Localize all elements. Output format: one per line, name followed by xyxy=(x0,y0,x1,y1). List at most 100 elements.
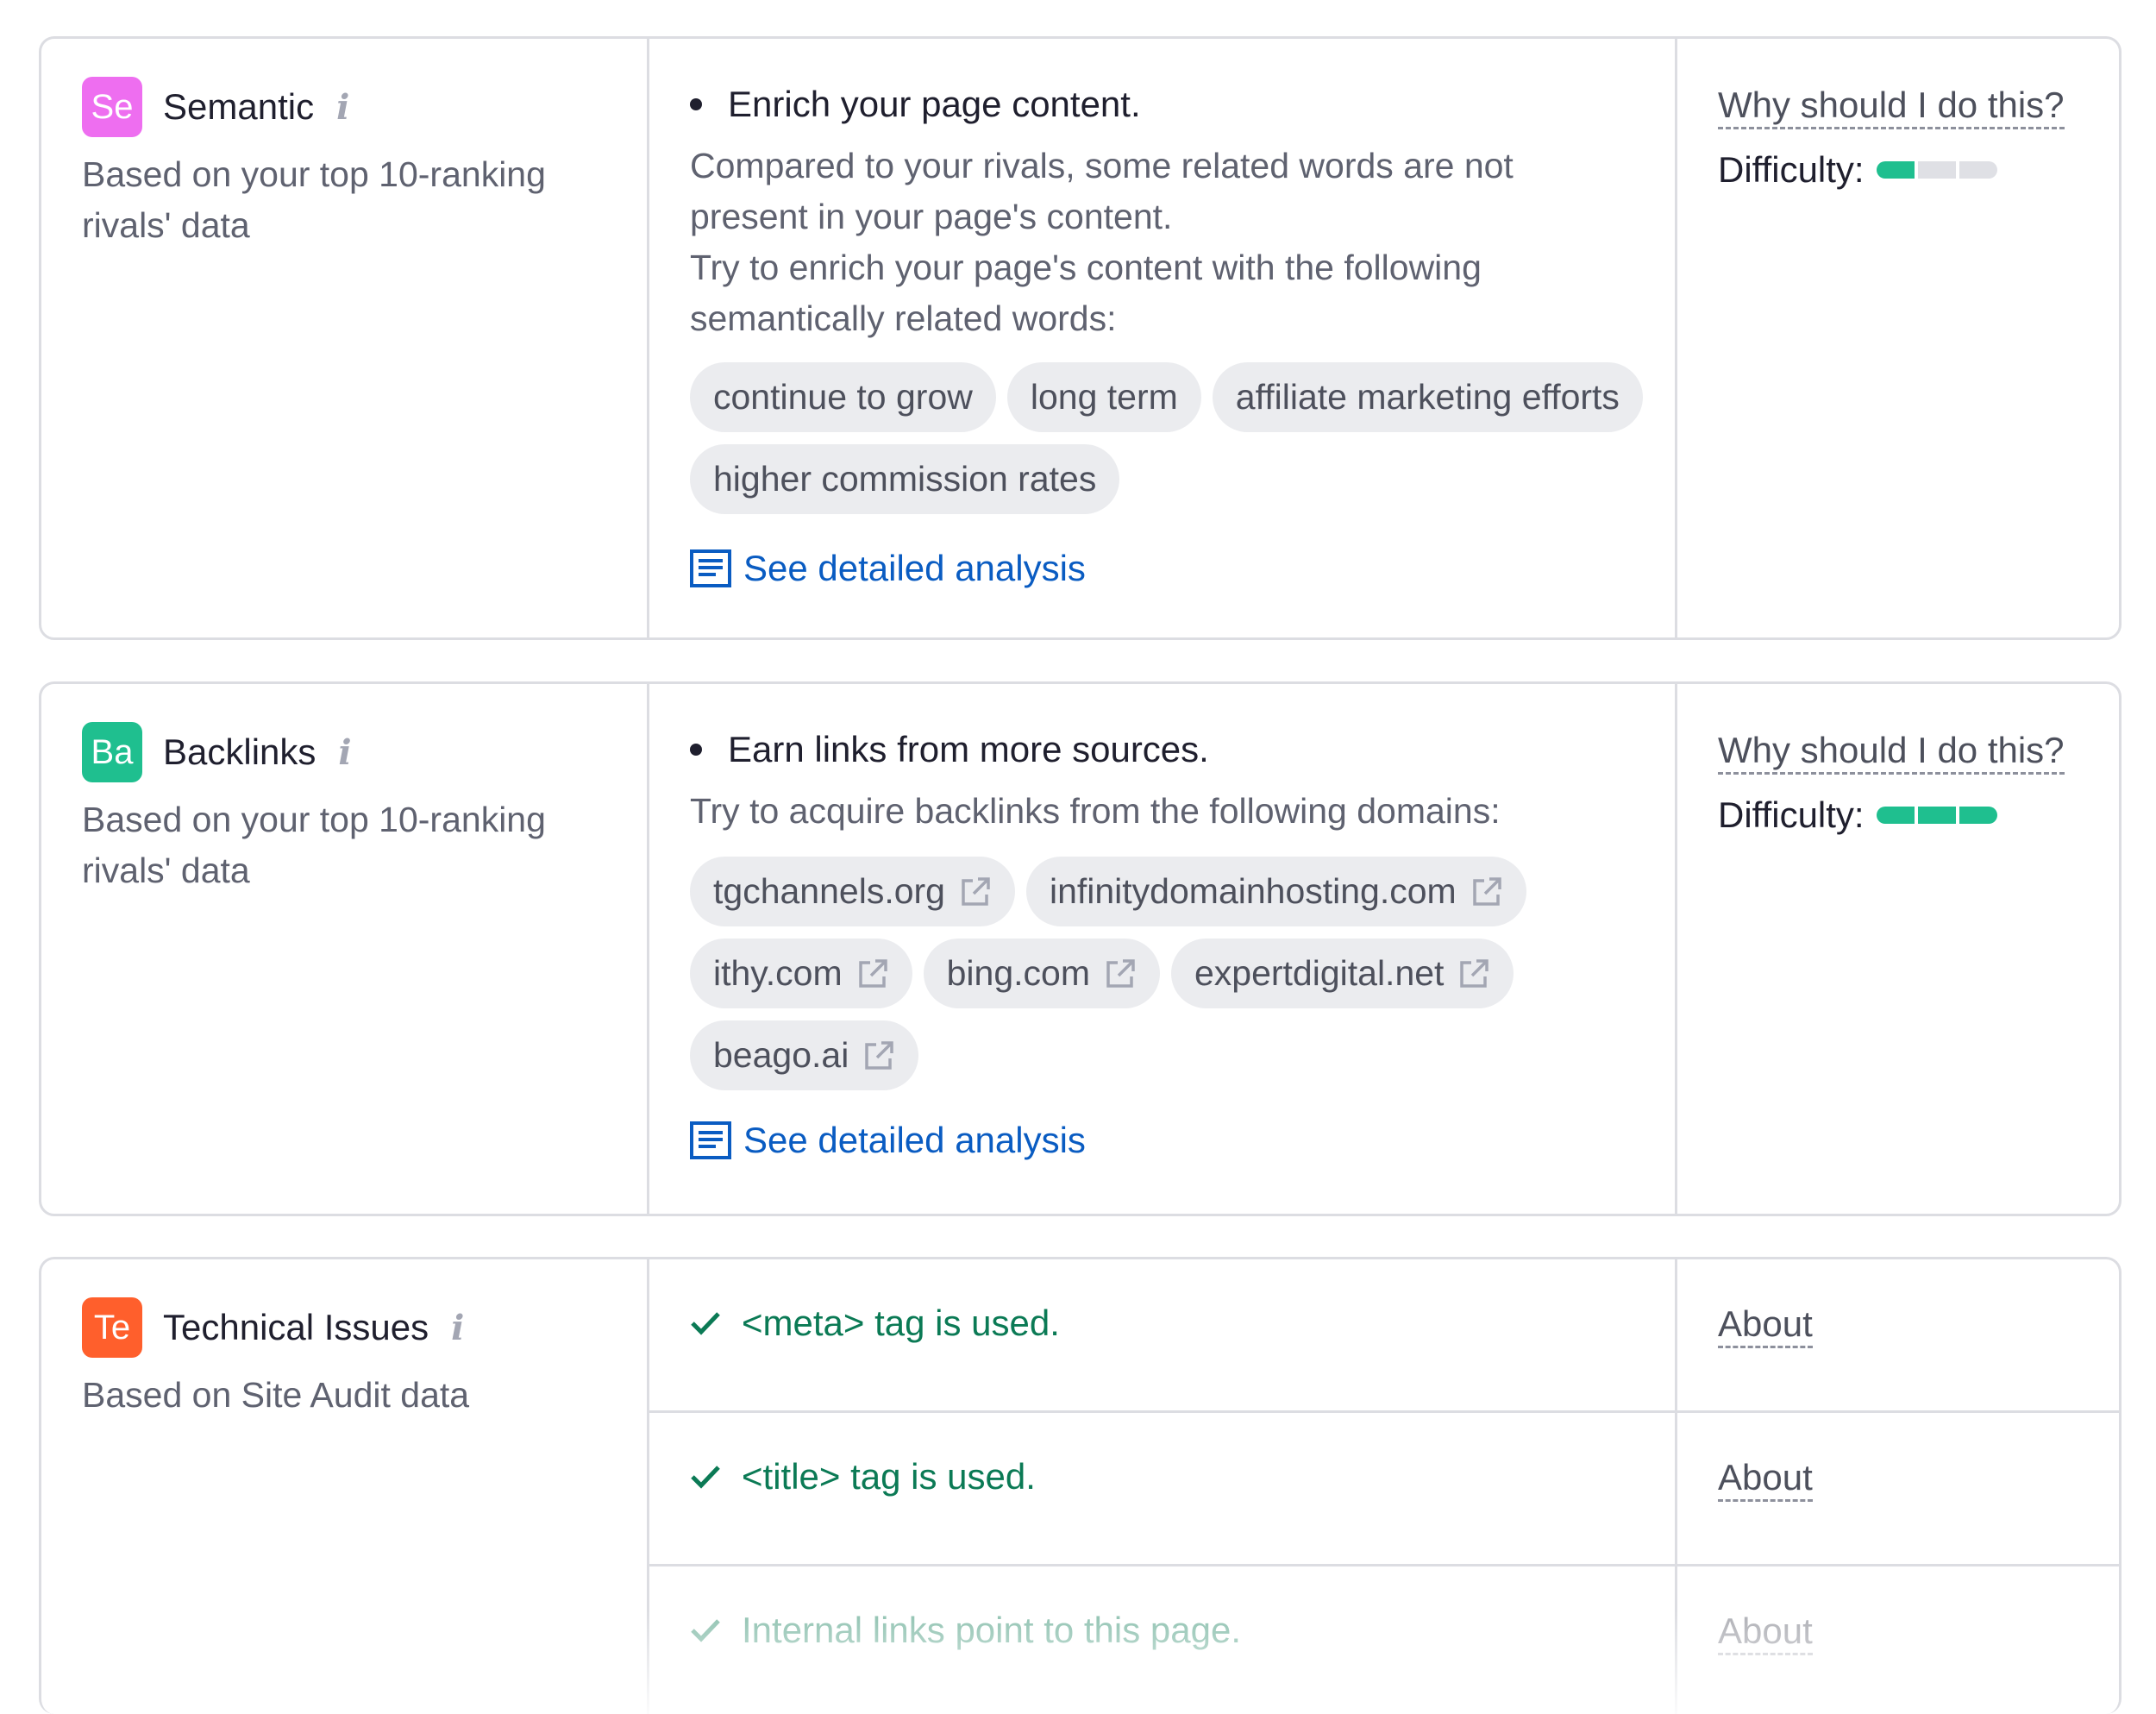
technical-header: Te Technical Issues i xyxy=(82,1297,468,1358)
backlinks-headline: Earn links from more sources. xyxy=(690,729,1209,770)
semantic-desc-line-2: Try to enrich your page's content with t… xyxy=(690,248,1482,338)
check-text: <title> tag is used. xyxy=(742,1456,1036,1497)
backlinks-right-column: Why should I do this? Difficulty: xyxy=(1675,684,2119,1214)
backlinks-headline-text: Earn links from more sources. xyxy=(728,729,1209,769)
semantic-left-column: Se Semantic i Based on your top 10-ranki… xyxy=(41,39,649,637)
domain-pill[interactable]: beago.ai xyxy=(690,1020,919,1090)
technical-left-column: Te Technical Issues i Based on Site Audi… xyxy=(41,1259,649,1714)
difficulty-label: Difficulty: xyxy=(1718,149,1865,190)
external-link-icon[interactable] xyxy=(1457,957,1490,990)
difficulty-bar xyxy=(1876,161,1997,179)
semantic-headline-text: Enrich your page content. xyxy=(728,84,1141,124)
semantic-middle-column: Enrich your page content. Compared to yo… xyxy=(649,39,1675,637)
difficulty-label: Difficulty: xyxy=(1718,794,1865,835)
domain-text[interactable]: beago.ai xyxy=(713,1035,849,1076)
check-row: Internal links point to this page. About xyxy=(649,1566,2119,1714)
semantic-detailed-analysis-link[interactable]: See detailed analysis xyxy=(690,548,1086,589)
word-pill: long term xyxy=(1006,362,1201,432)
difficulty-segment xyxy=(1876,161,1915,179)
bullet-dot-icon xyxy=(690,98,702,110)
document-icon xyxy=(690,549,731,587)
backlinks-header: Ba Backlinks i xyxy=(82,722,355,782)
info-icon[interactable]: i xyxy=(336,87,354,128)
domain-pill[interactable]: infinitydomainhosting.com xyxy=(1025,857,1526,926)
check-cell: <title> tag is used. xyxy=(649,1413,1675,1566)
check-text: <meta> tag is used. xyxy=(742,1303,1060,1343)
semantic-word-pills: continue to grow long term affiliate mar… xyxy=(690,362,1656,514)
semantic-why-link[interactable]: Why should I do this? xyxy=(1718,84,2065,129)
backlinks-link-text[interactable]: See detailed analysis xyxy=(743,1120,1086,1161)
backlinks-card: Ba Backlinks i Based on your top 10-rank… xyxy=(39,681,2122,1216)
domain-text[interactable]: tgchannels.org xyxy=(713,871,945,912)
check-row: <meta> tag is used. About xyxy=(649,1259,2119,1413)
technical-card: Te Technical Issues i Based on Site Audi… xyxy=(39,1257,2122,1714)
technical-badge: Te xyxy=(82,1297,142,1358)
semantic-card: Se Semantic i Based on your top 10-ranki… xyxy=(39,36,2122,640)
check-item: <meta> tag is used. xyxy=(690,1303,1060,1344)
backlinks-why-link[interactable]: Why should I do this? xyxy=(1718,729,2065,775)
backlinks-left-column: Ba Backlinks i Based on your top 10-rank… xyxy=(41,684,649,1214)
semantic-title: Semantic xyxy=(163,86,315,127)
difficulty-segment xyxy=(1876,807,1915,824)
domain-pill[interactable]: ithy.com xyxy=(690,939,912,1008)
checkmark-icon xyxy=(691,1466,720,1489)
backlinks-badge: Ba xyxy=(82,722,142,782)
backlinks-subtitle: Based on your top 10-ranking rivals' dat… xyxy=(82,800,546,890)
info-icon[interactable]: i xyxy=(451,1308,468,1348)
about-link[interactable]: About xyxy=(1718,1610,1813,1655)
info-icon[interactable]: i xyxy=(338,732,355,773)
backlinks-detailed-analysis-link[interactable]: See detailed analysis xyxy=(690,1120,1086,1161)
backlinks-description: Try to acquire backlinks from the follow… xyxy=(690,791,1501,831)
external-link-icon[interactable] xyxy=(1470,876,1503,908)
check-text: Internal links point to this page. xyxy=(742,1610,1242,1650)
backlinks-title: Backlinks xyxy=(163,731,317,772)
semantic-right-column: Why should I do this? Difficulty: xyxy=(1675,39,2119,637)
check-item: <title> tag is used. xyxy=(690,1456,1036,1497)
semantic-difficulty: Difficulty: xyxy=(1718,149,1997,191)
external-link-icon[interactable] xyxy=(856,957,889,990)
difficulty-segment xyxy=(1917,161,1956,179)
document-icon xyxy=(690,1121,731,1159)
word-pill: higher commission rates xyxy=(690,444,1120,514)
backlinks-difficulty: Difficulty: xyxy=(1718,794,1997,836)
difficulty-segment xyxy=(1959,807,1997,824)
semantic-header: Se Semantic i xyxy=(82,77,354,137)
domain-text[interactable]: ithy.com xyxy=(713,953,843,994)
check-item: Internal links point to this page. xyxy=(690,1610,1241,1651)
difficulty-bar xyxy=(1876,807,1997,824)
domain-pill[interactable]: bing.com xyxy=(923,939,1160,1008)
semantic-desc-line-1: Compared to your rivals, some related wo… xyxy=(690,146,1514,236)
external-link-icon[interactable] xyxy=(959,876,992,908)
about-link[interactable]: About xyxy=(1718,1303,1813,1348)
domain-text[interactable]: infinitydomainhosting.com xyxy=(1050,871,1457,912)
technical-title: Technical Issues xyxy=(163,1307,429,1347)
technical-subtitle: Based on Site Audit data xyxy=(82,1375,470,1415)
about-cell: About xyxy=(1675,1566,2119,1714)
check-cell: <meta> tag is used. xyxy=(649,1259,1675,1413)
semantic-subtitle: Based on your top 10-ranking rivals' dat… xyxy=(82,154,546,245)
checkmark-icon xyxy=(691,1312,720,1335)
semantic-badge: Se xyxy=(82,77,142,137)
about-cell: About xyxy=(1675,1413,2119,1566)
about-cell: About xyxy=(1675,1259,2119,1413)
semantic-link-text[interactable]: See detailed analysis xyxy=(743,548,1086,589)
external-link-icon[interactable] xyxy=(862,1039,895,1072)
domain-text[interactable]: expertdigital.net xyxy=(1194,953,1444,994)
word-pill: continue to grow xyxy=(690,362,996,432)
difficulty-segment xyxy=(1959,161,1997,179)
domain-text[interactable]: bing.com xyxy=(947,953,1090,994)
backlinks-middle-column: Earn links from more sources. Try to acq… xyxy=(649,684,1675,1214)
difficulty-segment xyxy=(1917,807,1956,824)
check-row: <title> tag is used. About xyxy=(649,1413,2119,1566)
check-cell: Internal links point to this page. xyxy=(649,1566,1675,1714)
about-link[interactable]: About xyxy=(1718,1456,1813,1502)
bullet-dot-icon xyxy=(690,744,702,756)
semantic-headline: Enrich your page content. xyxy=(690,84,1141,125)
backlinks-domain-pills: tgchannels.org infinitydomainhosting.com… xyxy=(690,857,1656,1090)
domain-pill[interactable]: expertdigital.net xyxy=(1170,939,1514,1008)
word-pill: affiliate marketing efforts xyxy=(1212,362,1643,432)
domain-pill[interactable]: tgchannels.org xyxy=(690,857,1015,926)
checkmark-icon xyxy=(691,1619,720,1642)
external-link-icon[interactable] xyxy=(1104,957,1137,990)
semantic-description: Compared to your rivals, some related wo… xyxy=(690,141,1639,344)
